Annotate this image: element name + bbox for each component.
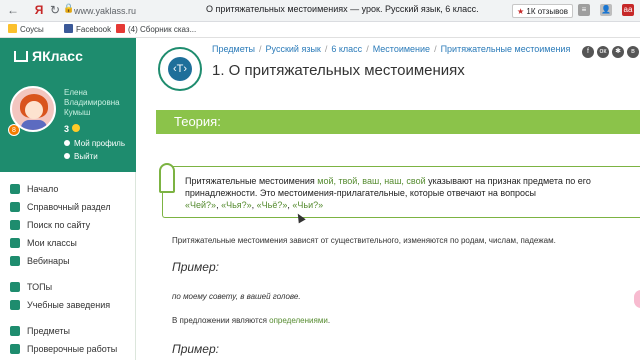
definition-text: Притяжательные местоимения мой, твой, ва… xyxy=(185,176,591,210)
sidebar-header: ЯКласс 8 Елена Владимировна Кумыш 3 Мой … xyxy=(0,38,136,172)
lesson-icon: ‹Т› xyxy=(158,47,202,91)
menu-icon xyxy=(10,238,20,248)
yandex-icon[interactable]: Я xyxy=(32,3,46,17)
paragraph: Притяжательные местоимения зависят от су… xyxy=(172,236,556,245)
profile-icon xyxy=(64,140,70,146)
menu-icon xyxy=(10,184,20,194)
example-label: Пример: xyxy=(172,342,219,356)
bookmark-fairytales[interactable]: (4) Сборник сказ... xyxy=(116,24,196,34)
reviews-button[interactable]: ★ 1К отзывов xyxy=(512,4,573,18)
example-label: Пример: xyxy=(172,260,219,274)
breadcrumb-link[interactable]: Русский язык xyxy=(266,44,321,54)
browser-toolbar: ← Я ↻ 🔒 www.yaklass.ru О притяжательных … xyxy=(0,0,640,22)
back-arrow-icon[interactable]: ← xyxy=(6,3,20,17)
menu-icon xyxy=(10,256,20,266)
reload-icon[interactable]: ↻ xyxy=(48,3,62,17)
paragraph: В предложении являются определениями. xyxy=(172,316,331,325)
coin-icon xyxy=(72,124,81,132)
yandex-account-icon[interactable]: aa xyxy=(622,4,634,16)
breadcrumb: Предметы / Русский язык/6 класс / Местоимени… xyxy=(212,44,571,54)
logout-link[interactable]: Выйти xyxy=(64,152,98,161)
site-logo[interactable]: ЯКласс xyxy=(14,48,83,64)
breadcrumb-link[interactable]: Притяжательные местоимения xyxy=(441,44,571,54)
bookmark-sauces[interactable]: Соусы xyxy=(8,24,44,34)
bookmark-icon xyxy=(8,24,17,33)
bookmarks-bar: Соусы Facebook (4) Сборник сказ... xyxy=(0,22,640,38)
menu-icon xyxy=(10,326,20,336)
vk-icon[interactable]: в xyxy=(627,46,639,58)
browser-page-title: О притяжательных местоимениях — урок. Ру… xyxy=(206,4,479,14)
help-widget[interactable] xyxy=(634,290,640,308)
sidebar-item[interactable]: ТОПы xyxy=(0,278,136,296)
menu-icon xyxy=(10,202,20,212)
breadcrumb-link[interactable]: Предметы xyxy=(212,44,255,54)
sidebar-item[interactable]: Мои классы xyxy=(0,234,136,252)
lesson-header: ‹Т› Предметы / Русский язык/6 класс / Местои… xyxy=(136,38,640,106)
sidebar-item[interactable]: Начало xyxy=(0,180,136,198)
logout-icon xyxy=(64,153,70,159)
odnoklassniki-icon[interactable]: ок xyxy=(597,46,609,58)
address-bar[interactable]: www.yaklass.ru xyxy=(74,3,144,19)
sidebar-menu: Начало Справочный раздел Поиск по сайту Мои… xyxy=(0,180,136,358)
menu-icon xyxy=(10,300,20,310)
section-header: Теория: xyxy=(156,110,640,134)
example-text: по моему совету, в вашей голове. xyxy=(172,292,301,301)
my-profile-link[interactable]: Мой профиль xyxy=(64,139,125,148)
page-title: 1. О притяжательных местоимениях xyxy=(212,62,465,79)
profile-icon[interactable]: 👤 xyxy=(600,4,612,16)
facebook-icon[interactable]: f xyxy=(582,46,594,58)
star-icon: ★ xyxy=(517,7,525,16)
sidebar-item[interactable]: Справочный раздел xyxy=(0,198,136,216)
menu-icon xyxy=(10,344,20,354)
breadcrumb-link[interactable]: 6 класс xyxy=(331,44,362,54)
youtube-icon xyxy=(116,24,125,33)
user-name: Елена Владимировна Кумыш xyxy=(64,88,120,117)
sidebar-item[interactable]: Поиск по сайту xyxy=(0,216,136,234)
sidebar-item[interactable]: Учебные заведения xyxy=(0,296,136,314)
sidebar-item[interactable]: Проверочные работы xyxy=(0,340,136,358)
reviews-label: 1К отзывов xyxy=(526,7,568,16)
term-link[interactable]: определениями xyxy=(269,316,328,325)
definition-note: Притяжательные местоимения мой, твой, ва… xyxy=(159,163,640,218)
sidebar: ЯКласс 8 Елена Владимировна Кумыш 3 Мой … xyxy=(0,38,136,360)
level-badge: 8 xyxy=(8,124,20,136)
book-icon xyxy=(14,51,28,62)
menu-icon xyxy=(10,220,20,230)
pinterest-icon[interactable]: ✱ xyxy=(612,46,624,58)
sidebar-item[interactable]: Вебинары xyxy=(0,252,136,270)
sidebar-item[interactable]: Предметы xyxy=(0,322,136,340)
bookmark-facebook[interactable]: Facebook xyxy=(64,24,111,34)
breadcrumb-link[interactable]: Местоимение xyxy=(373,44,430,54)
extensions-icon[interactable]: ≡ xyxy=(578,4,590,16)
pencil-icon xyxy=(159,163,175,193)
menu-icon xyxy=(10,282,20,292)
score: 3 xyxy=(64,124,81,134)
facebook-icon xyxy=(64,24,73,33)
